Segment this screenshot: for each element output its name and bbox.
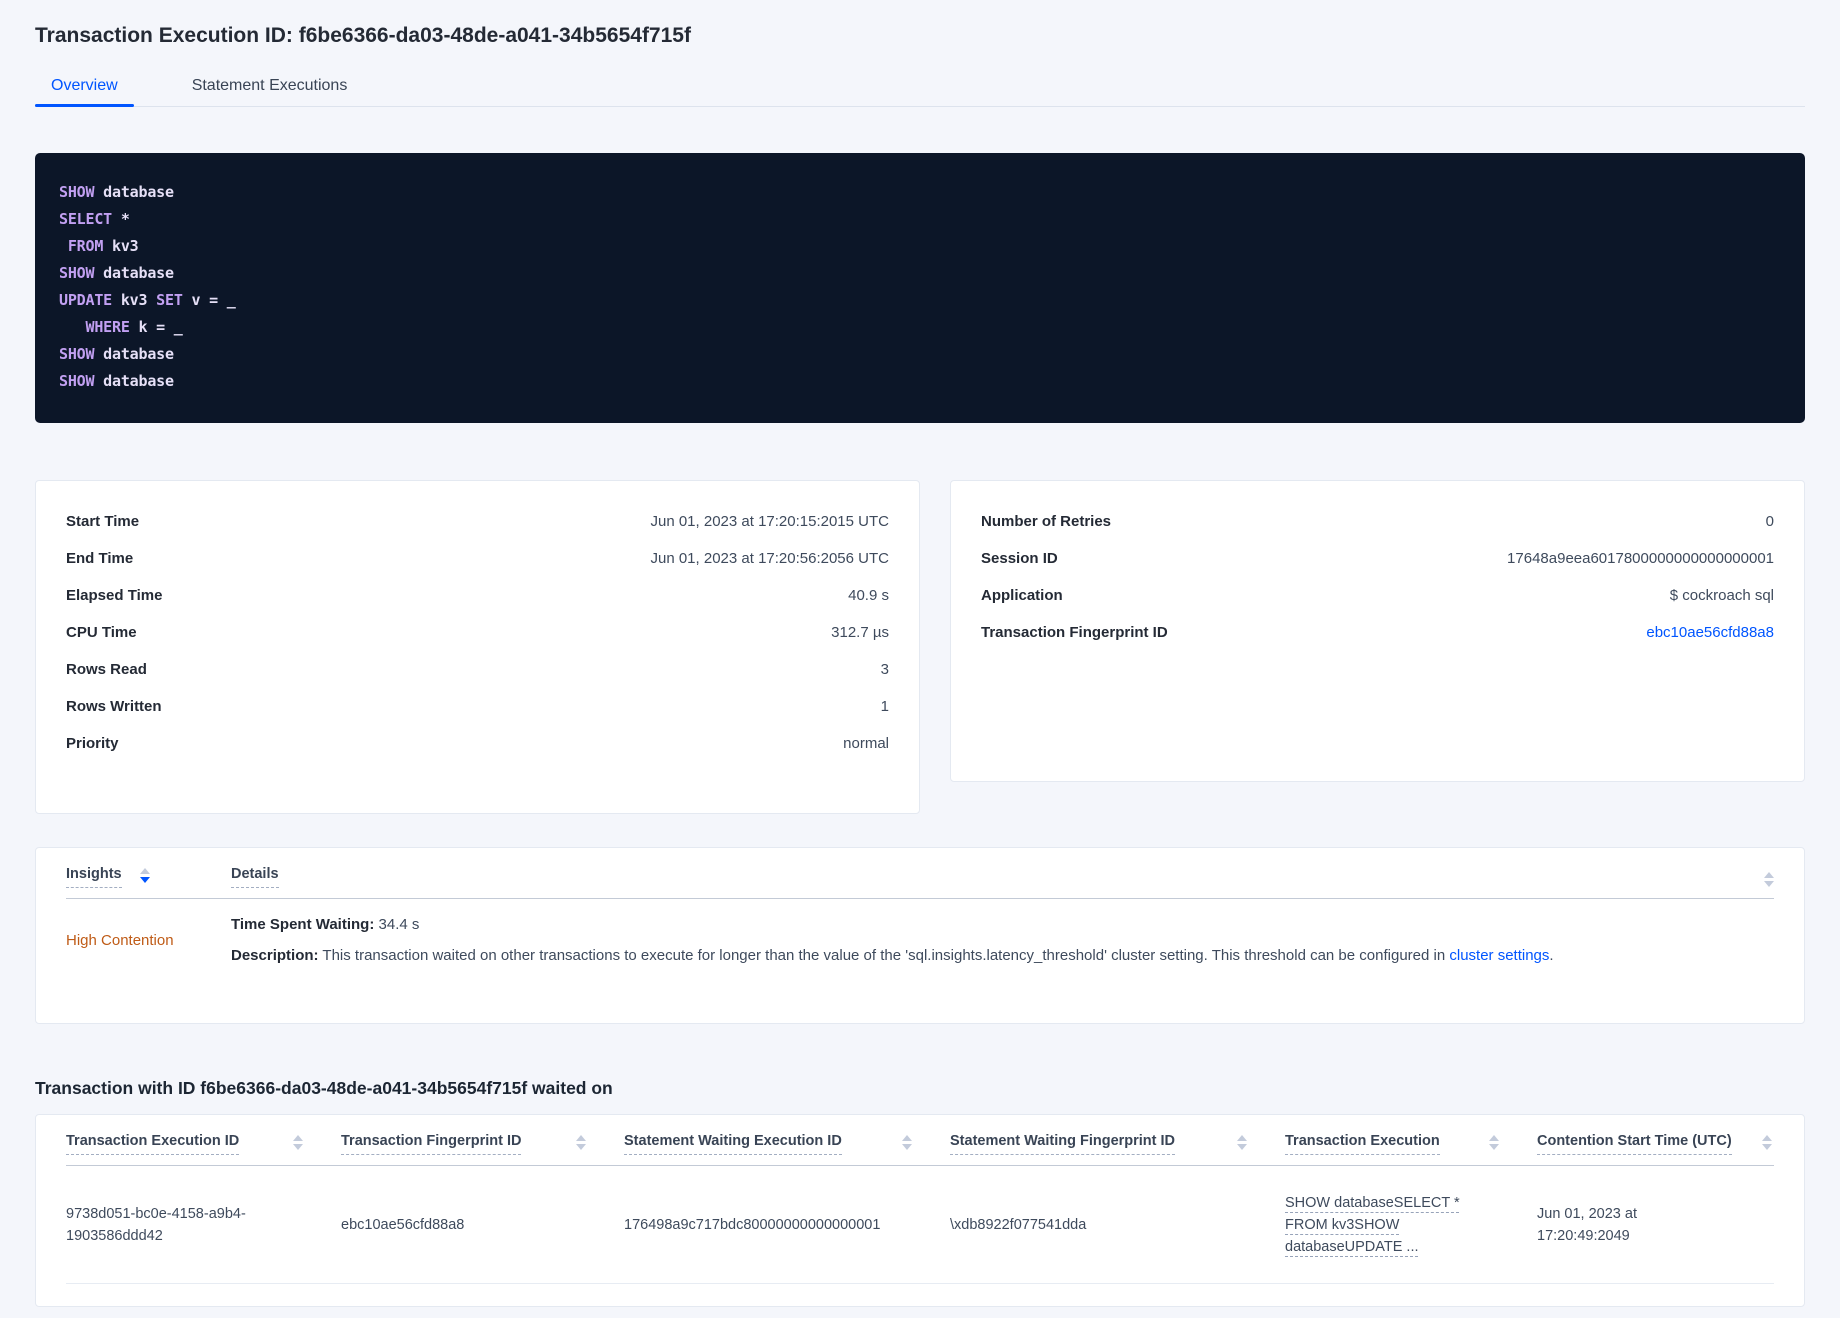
- transaction-details-page: Transaction Execution ID: f6be6366-da03-…: [0, 0, 1840, 1307]
- sort-down-icon: [139, 877, 150, 883]
- row-value: 40.9 s: [848, 587, 889, 604]
- column-header-transaction-fingerprint-id: Transaction Fingerprint ID: [341, 1133, 624, 1155]
- sort-down-icon: [1762, 1144, 1772, 1150]
- sort-arrows-icon[interactable]: [1762, 1133, 1772, 1150]
- transaction-fingerprint-link[interactable]: ebc10ae56cfd88a8: [1646, 624, 1774, 641]
- sort-up-icon: [293, 1135, 303, 1141]
- row-value: Jun 01, 2023 at 17:20:15:2015 UTC: [650, 513, 889, 530]
- insights-table-header: Insights Details: [66, 866, 1774, 899]
- row-value: 312.7 µs: [831, 624, 889, 641]
- summary-row: Number of Retries 0: [981, 503, 1774, 540]
- sort-arrows-icon[interactable]: [1489, 1133, 1499, 1150]
- tab-statement-executions[interactable]: Statement Executions: [176, 68, 364, 106]
- sort-arrows-icon[interactable]: [1764, 870, 1774, 887]
- row-label: Application: [981, 587, 1063, 604]
- insight-row: High Contention Time Spent Waiting: 34.4…: [66, 899, 1774, 984]
- sort-up-icon: [139, 868, 150, 874]
- sort-down-icon: [576, 1144, 586, 1150]
- row-value: Jun 01, 2023 at 17:20:56:2056 UTC: [650, 550, 889, 567]
- summary-row: End Time Jun 01, 2023 at 17:20:56:2056 U…: [66, 540, 889, 577]
- insights-column-header: Insights: [66, 866, 231, 888]
- row-value: 1: [880, 698, 889, 715]
- time-spent-waiting: Time Spent Waiting: 34.4 s: [231, 916, 420, 933]
- details-header-label[interactable]: Details: [231, 866, 279, 888]
- row-label: Start Time: [66, 513, 140, 530]
- row-label: CPU Time: [66, 624, 137, 641]
- summary-row: Priority normal: [66, 725, 889, 762]
- waited-on-table-header: Transaction Execution ID Transaction Fin…: [66, 1133, 1774, 1166]
- session-summary-card: Number of Retries 0 Session ID 17648a9ee…: [950, 480, 1805, 782]
- insights-header-label[interactable]: Insights: [66, 866, 122, 888]
- details-column-header: Details: [231, 866, 1774, 888]
- summary-row: Start Time Jun 01, 2023 at 17:20:15:2015…: [66, 503, 889, 540]
- row-label: Elapsed Time: [66, 587, 163, 604]
- insights-table: Insights Details High Contention Time Sp…: [35, 847, 1805, 1024]
- sort-arrows-icon[interactable]: [576, 1133, 586, 1150]
- sort-up-icon: [1237, 1135, 1247, 1141]
- row-label: End Time: [66, 550, 134, 567]
- sort-down-icon: [1489, 1144, 1499, 1150]
- sort-down-icon: [1764, 881, 1774, 887]
- cell-contention-start-time: Jun 01, 2023 at 17:20:49:2049: [1537, 1205, 1637, 1244]
- summary-cards-row: Start Time Jun 01, 2023 at 17:20:15:2015…: [35, 480, 1805, 814]
- cell-transaction-execution[interactable]: SHOW databaseSELECT * FROM kv3SHOW datab…: [1285, 1192, 1537, 1258]
- summary-row: Transaction Fingerprint ID ebc10ae56cfd8…: [981, 614, 1774, 651]
- row-value: $ cockroach sql: [1669, 587, 1774, 604]
- sort-up-icon: [1489, 1135, 1499, 1141]
- transaction-execution-statements-link[interactable]: SHOW databaseSELECT * FROM kv3SHOW datab…: [1285, 1195, 1460, 1255]
- cell-statement-waiting-fingerprint-id: \xdb8922f077541dda: [950, 1216, 1087, 1233]
- cell-transaction-execution-id: 9738d051-bc0e-4158-a9b4-1903586ddd42: [66, 1205, 246, 1244]
- sort-up-icon: [576, 1135, 586, 1141]
- sort-arrows-icon[interactable]: [902, 1133, 912, 1150]
- sql-statements-box: SHOW database SELECT * FROM kv3 SHOW datab…: [35, 153, 1805, 423]
- row-value: 0: [1765, 513, 1774, 530]
- sort-arrows-icon[interactable]: [1237, 1133, 1247, 1150]
- summary-row: CPU Time 312.7 µs: [66, 614, 889, 651]
- cell-transaction-fingerprint-id: ebc10ae56cfd88a8: [341, 1216, 465, 1233]
- summary-row: Rows Written 1: [66, 688, 889, 725]
- summary-row: Session ID 17648a9eea6017800000000000000…: [981, 540, 1774, 577]
- row-label: Rows Written: [66, 698, 162, 715]
- session-id-value: 17648a9eea6017800000000000000001: [1507, 550, 1774, 567]
- insight-description: Description: This transaction waited on …: [231, 947, 1554, 964]
- column-header-transaction-execution: Transaction Execution: [1285, 1133, 1537, 1155]
- sort-down-icon: [902, 1144, 912, 1150]
- row-label: Transaction Fingerprint ID: [981, 624, 1168, 641]
- sort-up-icon: [902, 1135, 912, 1141]
- tab-bar: Overview Statement Executions: [35, 68, 1805, 107]
- page-title: Transaction Execution ID: f6be6366-da03-…: [35, 24, 691, 47]
- insight-details: Time Spent Waiting: 34.4 s Description: …: [231, 915, 1774, 966]
- sort-down-icon: [1237, 1144, 1247, 1150]
- waited-on-table: Transaction Execution ID Transaction Fin…: [35, 1114, 1805, 1307]
- cluster-settings-link[interactable]: cluster settings: [1449, 947, 1549, 964]
- table-row: 9738d051-bc0e-4158-a9b4-1903586ddd42 ebc…: [66, 1166, 1774, 1284]
- cell-statement-waiting-execution-id: 176498a9c717bdc80000000000000001: [624, 1216, 881, 1233]
- sort-down-icon: [293, 1144, 303, 1150]
- row-value: 3: [880, 661, 889, 678]
- row-label: Rows Read: [66, 661, 147, 678]
- summary-row: Elapsed Time 40.9 s: [66, 577, 889, 614]
- row-label: Session ID: [981, 550, 1058, 567]
- column-header-statement-waiting-execution-id: Statement Waiting Execution ID: [624, 1133, 950, 1155]
- sort-up-icon: [1762, 1135, 1772, 1141]
- tab-overview[interactable]: Overview: [35, 68, 134, 107]
- row-label: Number of Retries: [981, 513, 1112, 530]
- execution-summary-card: Start Time Jun 01, 2023 at 17:20:15:2015…: [35, 480, 920, 814]
- summary-row: Rows Read 3: [66, 651, 889, 688]
- sort-arrows-icon[interactable]: [139, 866, 150, 883]
- high-contention-label: High Contention: [66, 932, 174, 949]
- row-label: Priority: [66, 735, 119, 752]
- column-header-statement-waiting-fingerprint-id: Statement Waiting Fingerprint ID: [950, 1133, 1285, 1155]
- column-header-contention-start-time: Contention Start Time (UTC): [1537, 1133, 1774, 1155]
- sort-arrows-icon[interactable]: [293, 1133, 303, 1150]
- column-header-transaction-execution-id: Transaction Execution ID: [66, 1133, 341, 1155]
- summary-row: Application $ cockroach sql: [981, 577, 1774, 614]
- sort-up-icon: [1764, 872, 1774, 878]
- row-value: normal: [843, 735, 889, 752]
- waited-on-heading: Transaction with ID f6be6366-da03-48de-a…: [35, 1078, 613, 1098]
